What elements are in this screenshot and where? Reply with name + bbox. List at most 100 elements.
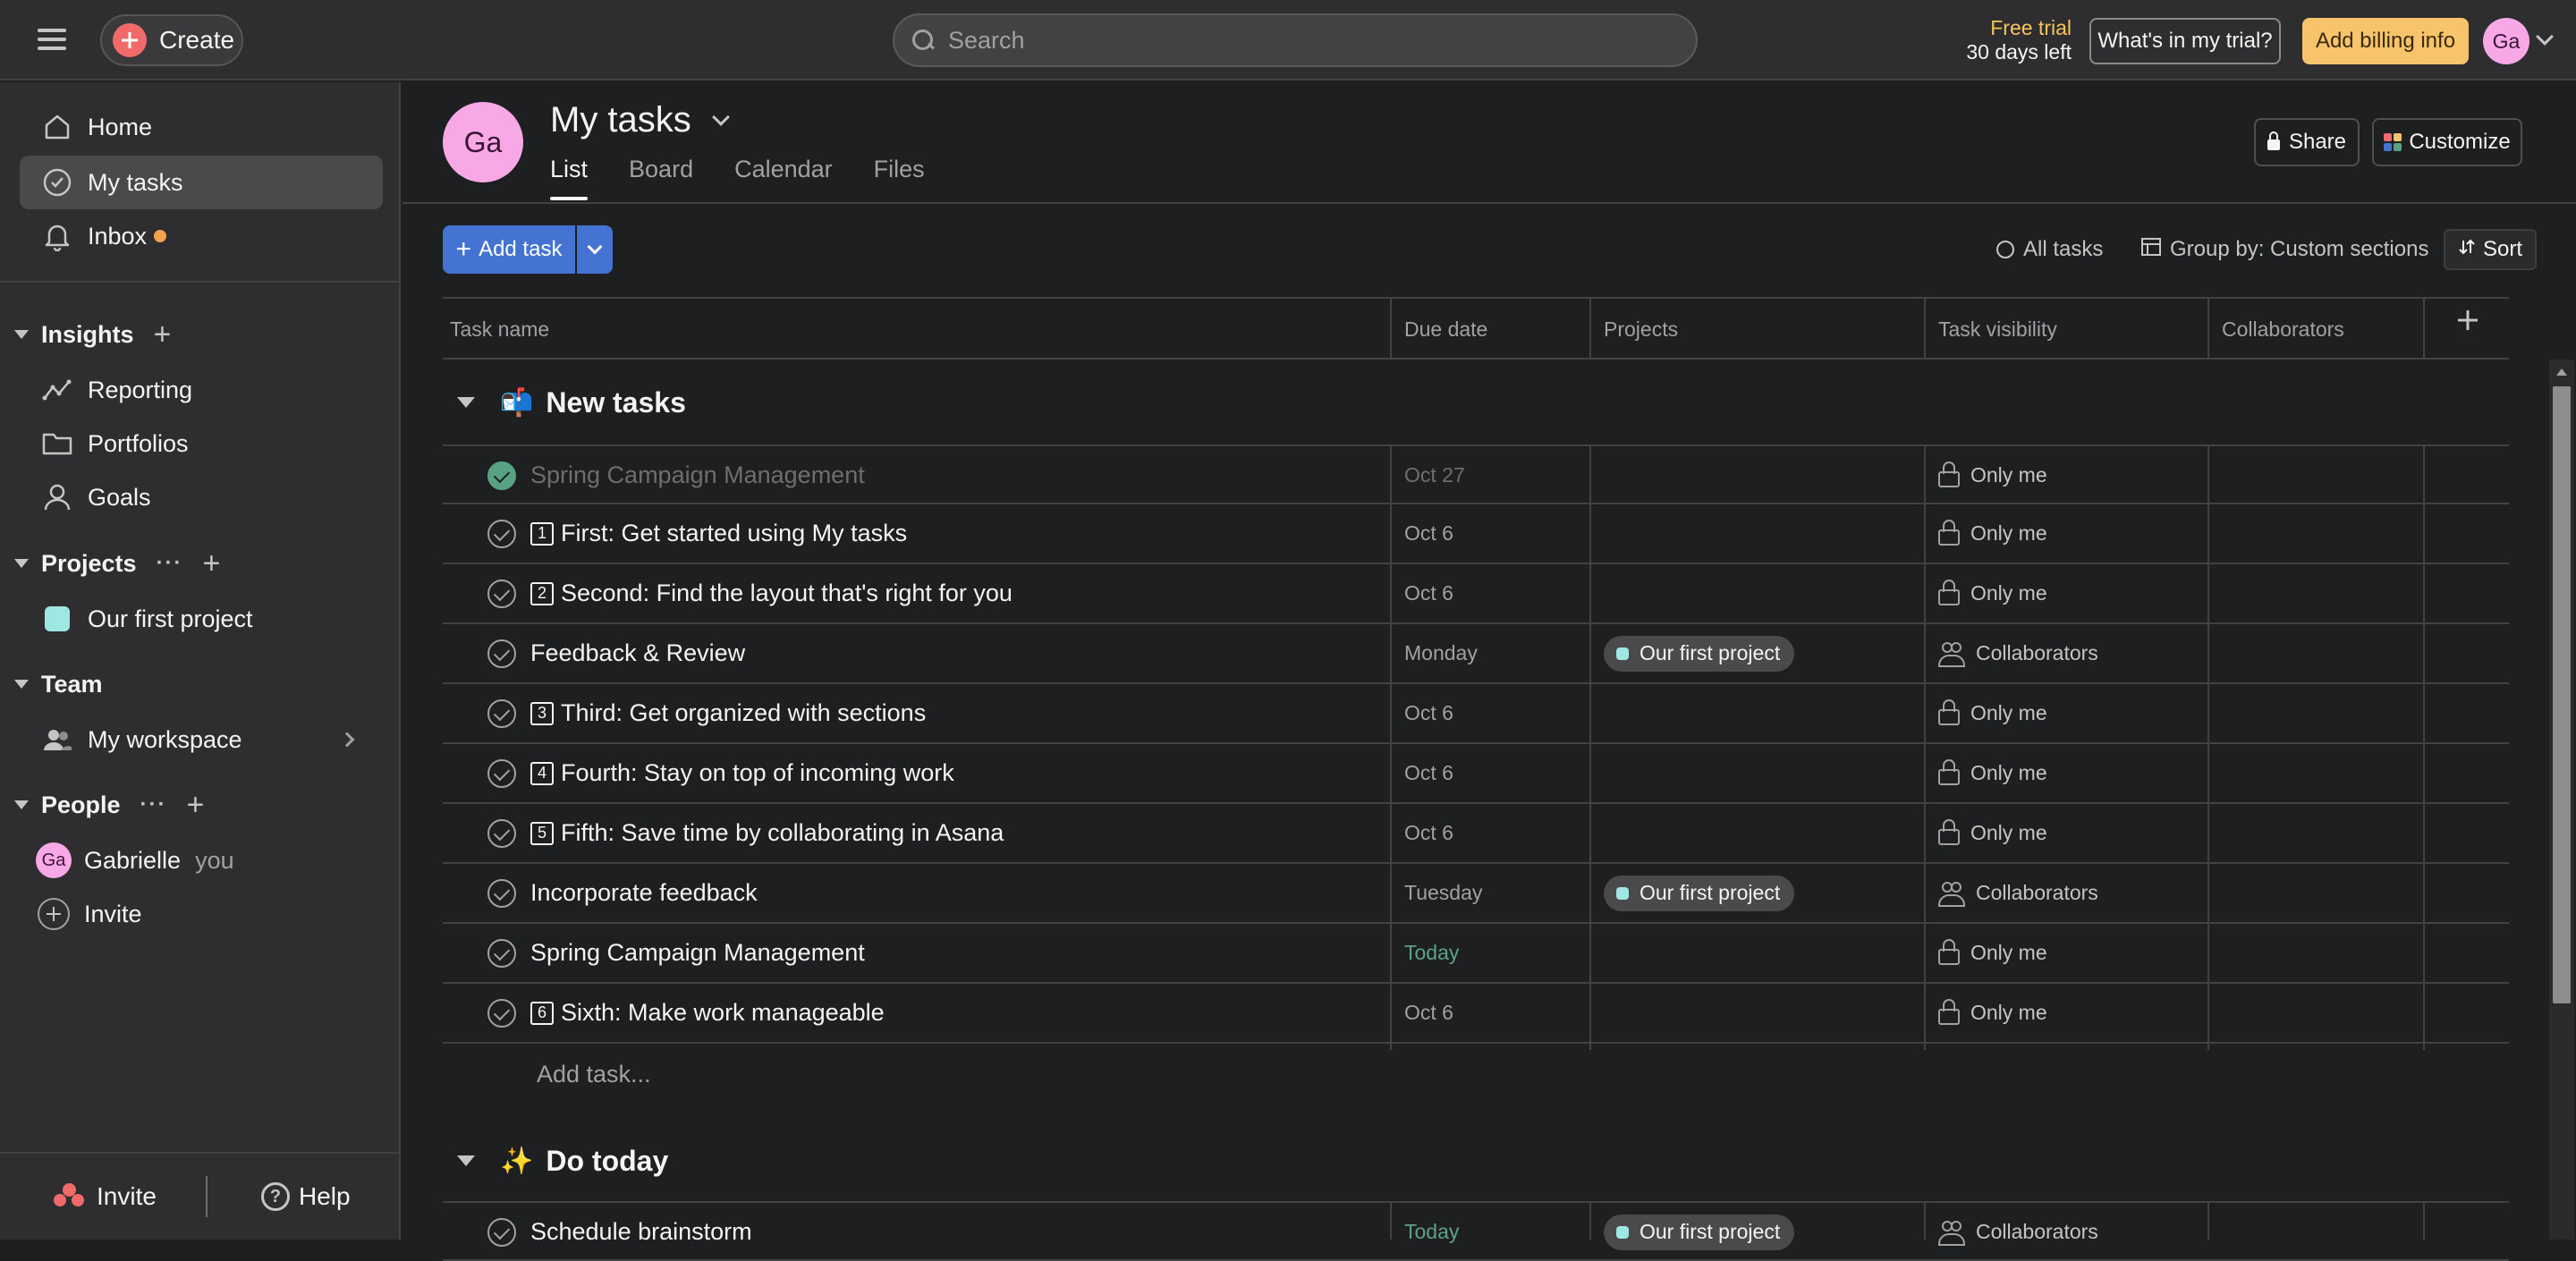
customize-button[interactable]: Customize: [2372, 118, 2522, 166]
task-name-cell[interactable]: 2 Second: Find the layout that's right f…: [487, 564, 1013, 622]
caret-down-icon[interactable]: [14, 559, 29, 568]
sidebar-item-my-tasks[interactable]: My tasks: [20, 156, 383, 209]
table-row[interactable]: Spring Campaign Management Today Only me: [443, 924, 2509, 984]
task-name[interactable]: Schedule brainstorm: [530, 1218, 752, 1246]
table-row[interactable]: 4 Fourth: Stay on top of incoming work O…: [443, 744, 2509, 804]
due-date[interactable]: Oct 6: [1404, 504, 1453, 563]
check-circle-icon[interactable]: [487, 818, 516, 848]
check-circle-icon[interactable]: [487, 639, 516, 668]
caret-down-icon[interactable]: [457, 397, 475, 408]
table-row[interactable]: 5 Fifth: Save time by collaborating in A…: [443, 804, 2509, 864]
table-row[interactable]: 1 First: Get started using My tasks Oct …: [443, 504, 2509, 564]
task-name-cell[interactable]: Incorporate feedback: [487, 864, 758, 922]
sidebar-item-portfolios[interactable]: Portfolios: [20, 417, 383, 470]
task-name[interactable]: Spring Campaign Management: [530, 461, 865, 489]
sidebar-item-home[interactable]: Home: [20, 100, 383, 154]
task-name[interactable]: Incorporate feedback: [530, 879, 758, 907]
section-title[interactable]: Do today: [546, 1145, 668, 1178]
sort-button[interactable]: Sort: [2444, 229, 2538, 270]
visibility-cell[interactable]: Only me: [1938, 564, 2047, 622]
task-name-cell[interactable]: Schedule brainstorm: [487, 1203, 752, 1261]
project-cell[interactable]: Our first project: [1604, 624, 1795, 682]
add-insight-icon[interactable]: +: [154, 319, 172, 350]
vertical-scrollbar[interactable]: [2549, 360, 2574, 1240]
add-task-button[interactable]: + Add task: [443, 225, 575, 274]
task-name[interactable]: Second: Find the layout that's right for…: [561, 580, 1013, 607]
create-button[interactable]: Create: [100, 14, 243, 66]
column-header-collaborators[interactable]: Collaborators: [2215, 299, 2344, 360]
more-options-icon[interactable]: ···: [140, 792, 167, 817]
complete-check-icon[interactable]: [487, 461, 516, 490]
sidebar-item-goals[interactable]: Goals: [20, 470, 383, 524]
due-date[interactable]: Today: [1404, 1203, 1459, 1261]
task-name[interactable]: Fourth: Stay on top of incoming work: [561, 759, 954, 787]
project-pill[interactable]: Our first project: [1604, 635, 1795, 672]
project-cell[interactable]: Our first project: [1604, 864, 1795, 922]
due-date[interactable]: Oct 6: [1404, 984, 1453, 1042]
visibility-cell[interactable]: Only me: [1938, 504, 2047, 563]
table-row[interactable]: Schedule brainstorm Today Our first proj…: [443, 1201, 2509, 1261]
sidebar-item-inbox[interactable]: Inbox: [20, 209, 383, 263]
check-circle-icon[interactable]: [487, 698, 516, 728]
section-header-do-today[interactable]: ✨ Do today: [443, 1118, 2509, 1204]
chevron-down-icon[interactable]: [2536, 28, 2554, 46]
share-button[interactable]: Share: [2254, 118, 2360, 166]
whats-in-trial-button[interactable]: What's in my trial?: [2089, 18, 2281, 64]
visibility-cell[interactable]: Only me: [1938, 744, 2047, 802]
caret-down-icon[interactable]: [14, 800, 29, 809]
group-by-button[interactable]: Group by: Custom sections: [2141, 229, 2428, 270]
visibility-cell[interactable]: Collaborators: [1938, 864, 2098, 922]
more-options-icon[interactable]: ···: [157, 551, 183, 576]
add-task-dropdown[interactable]: [577, 225, 613, 274]
menu-icon[interactable]: [38, 23, 77, 57]
column-header-task-visibility[interactable]: Task visibility: [1931, 299, 2057, 360]
task-name-cell[interactable]: Spring Campaign Management: [487, 446, 865, 504]
add-task-inline-link[interactable]: Add task...: [537, 1061, 651, 1088]
visibility-cell[interactable]: Only me: [1938, 804, 2047, 862]
tab-board[interactable]: Board: [629, 156, 693, 200]
column-header-due-date[interactable]: Due date: [1397, 299, 1487, 360]
task-name[interactable]: Spring Campaign Management: [530, 939, 865, 967]
tab-list[interactable]: List: [550, 156, 589, 200]
add-column-icon[interactable]: [2455, 308, 2480, 333]
section-header-new-tasks[interactable]: 📬 New tasks: [443, 360, 2509, 445]
add-person-icon[interactable]: +: [187, 790, 205, 820]
section-projects[interactable]: Projects ··· +: [14, 544, 220, 583]
task-name-cell[interactable]: 6 Sixth: Make work manageable: [487, 984, 885, 1042]
check-circle-icon[interactable]: [487, 998, 516, 1028]
visibility-cell[interactable]: Only me: [1938, 684, 2047, 742]
task-name-cell[interactable]: 5 Fifth: Save time by collaborating in A…: [487, 804, 1004, 862]
check-circle-icon[interactable]: [487, 519, 516, 548]
tab-calendar[interactable]: Calendar: [734, 156, 833, 200]
sidebar-item-invite[interactable]: Invite: [20, 887, 383, 941]
due-date[interactable]: Oct 6: [1404, 744, 1453, 802]
task-name[interactable]: Sixth: Make work manageable: [561, 999, 885, 1027]
tab-files[interactable]: Files: [874, 156, 925, 200]
task-name-cell[interactable]: 4 Fourth: Stay on top of incoming work: [487, 744, 954, 802]
task-name[interactable]: Feedback & Review: [530, 639, 745, 667]
section-team[interactable]: Team: [14, 664, 103, 704]
project-pill[interactable]: Our first project: [1604, 1214, 1795, 1250]
task-name-cell[interactable]: Feedback & Review: [487, 624, 745, 682]
sidebar-item-our-first-project[interactable]: Our first project: [20, 592, 383, 646]
check-circle-icon[interactable]: [487, 1217, 516, 1247]
check-circle-icon[interactable]: [487, 579, 516, 608]
user-avatar[interactable]: Ga: [2483, 18, 2529, 64]
visibility-cell[interactable]: Only me: [1938, 446, 2047, 504]
visibility-cell[interactable]: Only me: [1938, 924, 2047, 982]
task-name[interactable]: First: Get started using My tasks: [561, 520, 907, 547]
check-circle-icon[interactable]: [487, 938, 516, 968]
visibility-cell[interactable]: Only me: [1938, 984, 2047, 1042]
check-circle-icon[interactable]: [487, 758, 516, 788]
add-project-icon[interactable]: +: [203, 548, 221, 579]
caret-down-icon[interactable]: [457, 1155, 475, 1166]
search-input[interactable]: [948, 26, 1664, 55]
section-insights[interactable]: Insights +: [14, 315, 171, 354]
sidebar-item-person[interactable]: Ga Gabrielle you: [20, 834, 383, 887]
task-name-cell[interactable]: 3 Third: Get organized with sections: [487, 684, 926, 742]
due-date[interactable]: Monday: [1404, 624, 1478, 682]
help-button[interactable]: ? Help: [261, 1182, 351, 1211]
due-date[interactable]: Oct 6: [1404, 684, 1453, 742]
chevron-right-icon[interactable]: [339, 732, 355, 748]
search-bar[interactable]: [893, 13, 1698, 67]
